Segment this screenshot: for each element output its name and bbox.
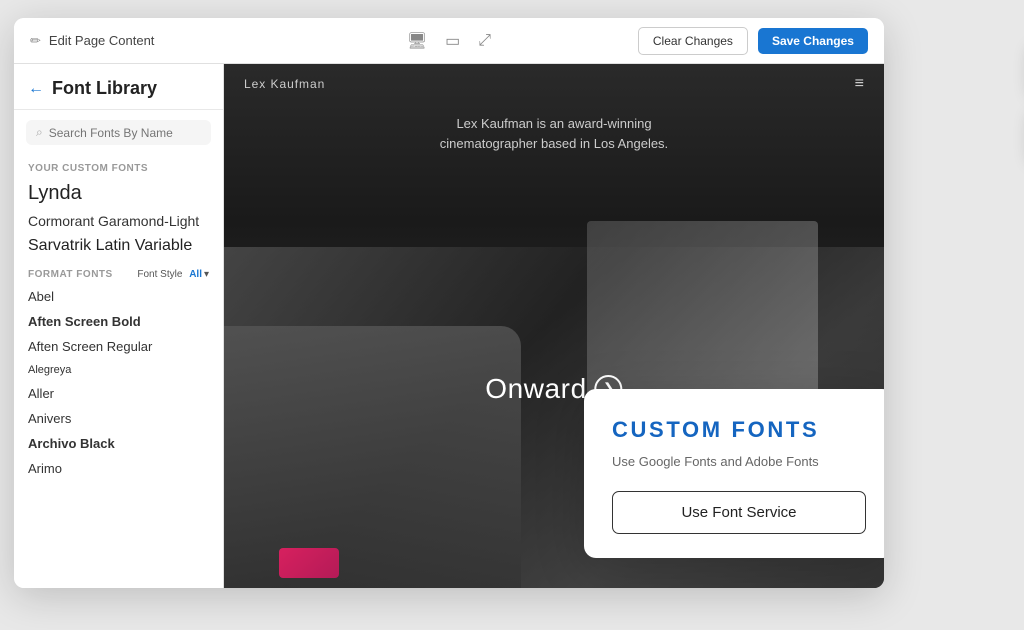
font-item-arimo[interactable]: Arimo (14, 456, 223, 481)
pencil-icon: ✏ (30, 33, 41, 49)
popup-title: CUSTOM FONTS (612, 417, 866, 443)
back-arrow-icon[interactable]: ← (28, 80, 44, 98)
custom-font-lynda[interactable]: Lynda (14, 178, 223, 209)
canvas-area: Lex Kaufman ≡ Lex Kaufman is an award-wi… (224, 64, 884, 588)
pink-object-bg (279, 548, 339, 578)
expand-icon[interactable]: ⤢ (478, 32, 491, 50)
font-style-label: Font Style (137, 269, 182, 280)
font-style-value: All (189, 269, 202, 280)
editor-window: ✏ Edit Page Content 🖥 ▭ ⤢ Clear Changes … (14, 18, 884, 588)
car-seat-bg (224, 326, 521, 588)
toolbar-left: ✏ Edit Page Content (30, 33, 309, 49)
hero-text: Lex Kaufman is an award-winning cinemato… (224, 114, 884, 153)
tablet-icon[interactable]: ▭ (445, 31, 460, 51)
font-item-aften-regular[interactable]: Aften Screen Regular (14, 334, 223, 359)
toolbar-right: Clear Changes Save Changes (589, 27, 868, 55)
custom-fonts-popup: CUSTOM FONTS Use Google Fonts and Adobe … (584, 389, 884, 558)
format-fonts-header: FORMAT FONTS Font Style All ▾ (14, 259, 223, 284)
preview-logo: Lex Kaufman (244, 77, 325, 91)
format-fonts-label: FORMAT FONTS (28, 269, 113, 280)
hero-cta-text: Onward (485, 373, 586, 405)
font-library-sidebar: ← Font Library ⌕ YOUR CUSTOM FONTS Lynda… (14, 64, 224, 588)
preview-nav: Lex Kaufman ≡ (224, 64, 884, 104)
search-icon: ⌕ (36, 125, 43, 140)
save-changes-button[interactable]: Save Changes (758, 28, 868, 54)
popup-subtitle: Use Google Fonts and Adobe Fonts (612, 453, 866, 471)
hero-subtitle: Lex Kaufman is an award-winning cinemato… (424, 114, 684, 153)
sidebar-title: Font Library (52, 78, 157, 99)
font-item-aller[interactable]: Aller (14, 381, 223, 406)
main-area: ← Font Library ⌕ YOUR CUSTOM FONTS Lynda… (14, 64, 884, 588)
edit-page-label: Edit Page Content (49, 33, 155, 48)
font-item-archivo[interactable]: Archivo Black (14, 431, 223, 456)
sidebar-header: ← Font Library (14, 64, 223, 110)
custom-font-sarvatrik[interactable]: Sarvatrik Latin Variable (14, 233, 223, 259)
use-font-service-button[interactable]: Use Font Service (612, 491, 866, 534)
font-item-alegreya[interactable]: Alegreya (14, 359, 223, 381)
font-item-anivers[interactable]: Anivers (14, 406, 223, 431)
clear-changes-button[interactable]: Clear Changes (638, 27, 748, 55)
desktop-icon[interactable]: 🖥 (407, 31, 427, 51)
font-style-filter[interactable]: Font Style All ▾ (137, 269, 209, 280)
toolbar-center: 🖥 ▭ ⤢ (309, 31, 588, 51)
search-input[interactable] (49, 126, 201, 140)
toolbar: ✏ Edit Page Content 🖥 ▭ ⤢ Clear Changes … (14, 18, 884, 64)
font-item-abel[interactable]: Abel (14, 284, 223, 309)
custom-font-cormorant[interactable]: Cormorant Garamond-Light (14, 209, 223, 233)
font-item-aften-bold[interactable]: Aften Screen Bold (14, 309, 223, 334)
custom-fonts-label: YOUR CUSTOM FONTS (14, 155, 223, 178)
preview-menu-icon[interactable]: ≡ (855, 75, 864, 93)
search-box[interactable]: ⌕ (26, 120, 211, 145)
filter-chevron-icon: ▾ (204, 269, 209, 280)
